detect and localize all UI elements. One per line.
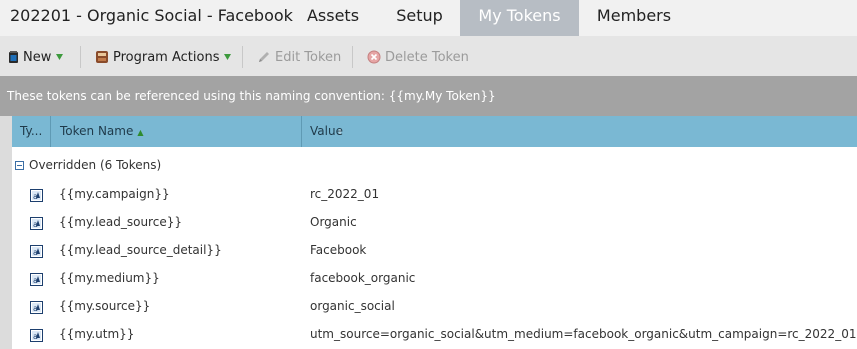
new-label: New bbox=[23, 49, 52, 65]
table-row[interactable]: a {{my.campaign}} rc_2022_01 bbox=[12, 180, 857, 208]
token-name-cell: {{my.utm}} bbox=[59, 327, 135, 341]
token-name-cell: {{my.lead_source}} bbox=[59, 215, 182, 229]
grid-body: Overridden (6 Tokens) a {{my.campaign}} … bbox=[12, 147, 857, 349]
token-value-cell: Facebook bbox=[310, 243, 367, 257]
token-value-cell: facebook_organic bbox=[310, 271, 416, 285]
tab-assets[interactable]: Assets bbox=[287, 0, 379, 36]
grid-header: Ty... Token Name ▲ ⁞⁞ Value bbox=[12, 116, 857, 147]
delete-token-label: Delete Token bbox=[385, 49, 469, 65]
delete-token-button[interactable]: Delete Token bbox=[367, 48, 469, 66]
collapse-icon[interactable] bbox=[15, 160, 24, 170]
column-header-label: Value bbox=[310, 124, 343, 138]
edit-token-button[interactable]: Edit Token bbox=[257, 48, 341, 66]
token-value-cell: utm_source=organic_social&utm_medium=fac… bbox=[310, 327, 857, 341]
text-token-icon: a bbox=[30, 243, 43, 258]
token-name-cell: {{my.lead_source_detail}} bbox=[59, 243, 222, 257]
table-row[interactable]: a {{my.lead_source}} Organic bbox=[12, 208, 857, 236]
tab-label: My Tokens bbox=[478, 6, 561, 25]
text-token-icon: a bbox=[30, 299, 43, 314]
edit-token-label: Edit Token bbox=[275, 49, 342, 65]
text-token-icon: a bbox=[30, 187, 43, 202]
table-row[interactable]: a {{my.source}} organic_social bbox=[12, 292, 857, 320]
toolbar: New Program Actions Edit Token Delete To… bbox=[0, 36, 857, 76]
toolbar-divider bbox=[80, 46, 81, 68]
info-bar: These tokens can be referenced using thi… bbox=[0, 76, 857, 116]
grid-left-gutter bbox=[0, 116, 12, 349]
column-header-label: Token Name bbox=[60, 124, 134, 138]
group-label: Overridden (6 Tokens) bbox=[29, 158, 162, 172]
tab-label: Assets bbox=[306, 6, 360, 25]
program-actions-button[interactable]: Program Actions bbox=[95, 48, 232, 66]
tab-setup[interactable]: Setup bbox=[379, 0, 460, 36]
column-header-label: Ty... bbox=[20, 124, 43, 138]
sort-ascending-icon: ▲ bbox=[137, 128, 144, 137]
column-header-token-name[interactable]: Token Name ▲ ⁞⁞ bbox=[60, 116, 342, 147]
token-value-cell: rc_2022_01 bbox=[310, 187, 380, 201]
program-title: 202201 - Organic Social - Facebook bbox=[10, 6, 293, 25]
table-row[interactable]: a {{my.lead_source_detail}} Facebook bbox=[12, 236, 857, 264]
group-row-overridden[interactable]: Overridden (6 Tokens) bbox=[12, 156, 161, 174]
new-button[interactable]: New bbox=[8, 48, 64, 66]
text-token-icon: a bbox=[30, 215, 43, 230]
tab-label: Setup bbox=[396, 6, 443, 25]
token-value-cell: organic_social bbox=[310, 299, 395, 313]
toolbar-divider bbox=[242, 46, 243, 68]
text-token-icon: a bbox=[30, 271, 43, 286]
top-tab-bar: 202201 - Organic Social - Facebook Asset… bbox=[0, 0, 857, 36]
column-header-value[interactable]: Value bbox=[310, 116, 850, 147]
token-value-cell: Organic bbox=[310, 215, 357, 229]
tab-label: Members bbox=[596, 6, 672, 25]
text-token-icon: a bbox=[30, 327, 43, 342]
token-name-cell: {{my.source}} bbox=[59, 299, 151, 313]
tab-members[interactable]: Members bbox=[579, 0, 689, 36]
program-actions-label: Program Actions bbox=[113, 49, 220, 65]
table-row[interactable]: a {{my.utm}} utm_source=organic_social&u… bbox=[12, 320, 857, 348]
tab-my-tokens[interactable]: My Tokens bbox=[460, 0, 579, 36]
new-icon bbox=[8, 50, 19, 64]
column-resize-handle[interactable] bbox=[50, 116, 51, 147]
program-actions-icon bbox=[95, 50, 109, 64]
naming-convention-text: These tokens can be referenced using thi… bbox=[7, 89, 496, 103]
token-name-cell: {{my.campaign}} bbox=[59, 187, 170, 201]
toolbar-divider bbox=[352, 46, 353, 68]
column-resize-handle[interactable] bbox=[301, 116, 302, 147]
table-row[interactable]: a {{my.medium}} facebook_organic bbox=[12, 264, 857, 292]
delete-icon bbox=[367, 50, 381, 64]
dropdown-arrow-icon bbox=[56, 54, 64, 60]
column-header-type[interactable]: Ty... bbox=[20, 116, 50, 147]
dropdown-arrow-icon bbox=[224, 54, 232, 60]
token-name-cell: {{my.medium}} bbox=[59, 271, 160, 285]
pencil-icon bbox=[257, 50, 271, 64]
